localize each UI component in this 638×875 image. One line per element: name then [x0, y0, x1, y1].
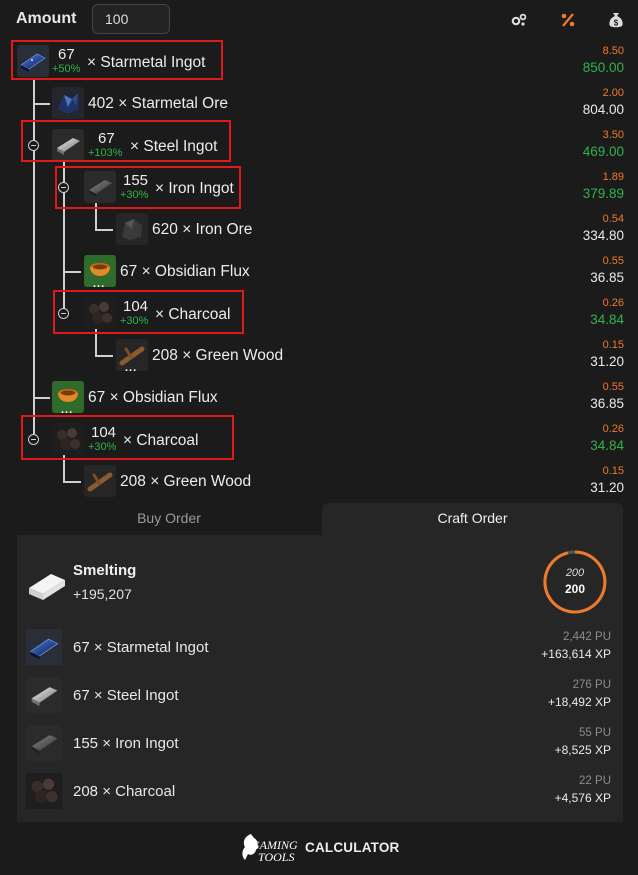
total-price: 36.85 [590, 396, 624, 411]
unit-price: 0.15 [602, 465, 624, 477]
total-xp: +195,207 [73, 586, 132, 602]
amount-input[interactable] [92, 4, 170, 34]
percent-icon[interactable] [557, 9, 579, 31]
item-name: 208 × Green Wood [120, 473, 252, 490]
total-price: 804.00 [582, 102, 624, 117]
craft-order-panel: Smelting +195,207 200 200 67 × Starmetal… [17, 535, 623, 822]
highlight-box [21, 120, 231, 162]
craft-item-xp: +163,614 XP [541, 647, 611, 661]
total-price: 850.00 [582, 60, 624, 75]
unit-price: 0.26 [602, 297, 624, 309]
amount-label: Amount [16, 10, 77, 27]
svg-text:$: $ [614, 19, 619, 28]
iron-ore-icon [116, 213, 148, 245]
money-bag-icon[interactable]: $ [605, 9, 627, 31]
settings-gears-icon[interactable] [508, 9, 530, 31]
total-price: 31.20 [590, 480, 624, 495]
tree-row-green-wood[interactable]: 208 × Green Wood 0.15 31.20 [0, 463, 638, 499]
total-price: 379.89 [582, 186, 624, 201]
highlight-box [55, 166, 241, 209]
highlight-box [21, 415, 234, 460]
craft-item-name: 208 × Charcoal [73, 783, 176, 800]
item-name: 620 × Iron Ore [152, 221, 253, 238]
tree-row-iron-ore[interactable]: 620 × Iron Ore 0.54 334.80 [0, 211, 638, 247]
craft-item-iron-ingot[interactable]: 155 × Iron Ingot 55 PU +8,525 XP [17, 723, 623, 763]
item-name: 402 × Starmetal Ore [88, 95, 229, 112]
unit-price: 0.54 [602, 213, 624, 225]
highlight-box [11, 40, 223, 80]
craft-item-steel-ingot[interactable]: 67 × Steel Ingot 276 PU +18,492 XP [17, 675, 623, 715]
unit-price: 0.55 [602, 255, 624, 267]
item-name: 67 × Obsidian Flux [120, 263, 250, 280]
ingot-icon [27, 566, 67, 602]
craft-item-xp: +18,492 XP [547, 695, 611, 709]
starmetal-ingot-icon [25, 629, 63, 665]
footer: GAMING TOOLS CALCULATOR [0, 828, 638, 868]
order-tabs: Buy Order Craft Order [0, 503, 638, 535]
craft-item-xp: +8,525 XP [554, 743, 611, 757]
total-price: 34.84 [590, 312, 624, 327]
craft-item-charcoal[interactable]: 208 × Charcoal 22 PU +4,576 XP [17, 771, 623, 811]
charcoal-icon [25, 773, 63, 809]
highlight-box [53, 290, 244, 334]
total-price: 34.84 [590, 438, 624, 453]
skill-name: Smelting [73, 562, 137, 579]
tree-row-obsidian-flux[interactable]: ... 67 × Obsidian Flux 0.55 36.85 [0, 253, 638, 290]
total-price: 469.00 [582, 144, 624, 159]
craft-item-pu: 276 PU [572, 679, 611, 691]
level-target: 200 [564, 582, 586, 596]
unit-price: 3.50 [602, 129, 624, 141]
tab-craft-order[interactable]: Craft Order [322, 503, 623, 535]
level-current: 200 [565, 567, 585, 579]
craft-item-xp: +4,576 XP [554, 791, 611, 805]
item-name: 208 × Green Wood [152, 347, 284, 364]
calculator-label: CALCULATOR [305, 840, 400, 855]
unit-price: 2.00 [602, 87, 624, 99]
tree-row-green-wood[interactable]: ... 208 × Green Wood 0.15 31.20 [0, 337, 638, 374]
more-indicator: ... [125, 362, 138, 374]
craft-item-name: 67 × Starmetal Ingot [73, 639, 209, 656]
total-price: 31.20 [590, 354, 624, 369]
more-indicator: ... [93, 278, 106, 290]
unit-price: 1.89 [602, 171, 624, 183]
unit-price: 8.50 [602, 45, 624, 57]
craft-item-name: 67 × Steel Ingot [73, 687, 179, 704]
craft-item-pu: 2,442 PU [563, 631, 611, 643]
top-bar: Amount $ [0, 0, 638, 40]
tab-buy-order[interactable]: Buy Order [18, 503, 320, 535]
tree-row-obsidian-flux[interactable]: ... 67 × Obsidian Flux 0.55 36.85 [0, 379, 638, 416]
unit-price: 0.26 [602, 423, 624, 435]
total-price: 36.85 [590, 270, 624, 285]
green-wood-icon [84, 465, 116, 497]
craft-item-pu: 55 PU [579, 727, 611, 739]
craft-item-starmetal-ingot[interactable]: 67 × Starmetal Ingot 2,442 PU +163,614 X… [17, 627, 623, 667]
item-name: 67 × Obsidian Flux [88, 389, 218, 406]
iron-ingot-icon [25, 725, 63, 761]
starmetal-ore-icon [52, 87, 84, 119]
total-price: 334.80 [582, 228, 624, 243]
craft-item-name: 155 × Iron Ingot [73, 735, 179, 752]
steel-ingot-icon [25, 677, 63, 713]
tree-row-starmetal-ore[interactable]: 402 × Starmetal Ore 2.00 804.00 [0, 85, 638, 121]
unit-price: 0.55 [602, 381, 624, 393]
craft-item-pu: 22 PU [579, 775, 611, 787]
unit-price: 0.15 [602, 339, 624, 351]
